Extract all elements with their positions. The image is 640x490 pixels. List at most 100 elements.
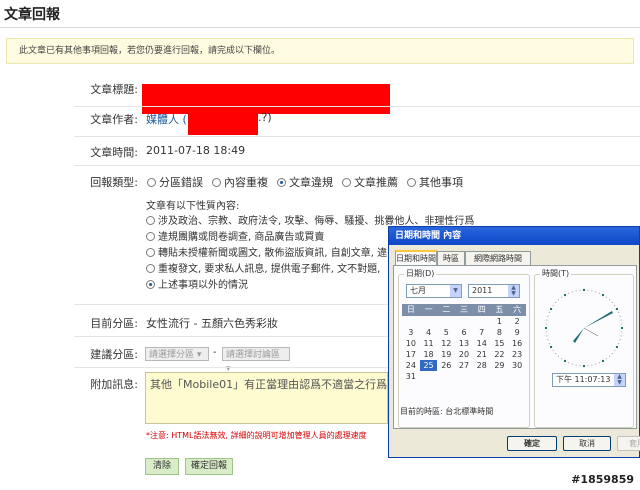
clock-tick [545,327,547,329]
calendar-day[interactable]: 6 [455,327,473,338]
message-label: 附加訊息: [90,378,138,391]
calendar-blank [402,316,420,327]
chevron-down-icon: ▼ [450,285,461,297]
weekday-label: 三 [459,305,468,314]
calendar-day[interactable]: 28 [473,360,491,371]
time-spinner[interactable]: 下午 11:07:13 ▲ ▼ [552,373,626,387]
report-type-label: 回報類型: [90,176,138,189]
row-divider [74,136,640,137]
calendar-day[interactable]: 13 [455,338,473,349]
clear-button[interactable]: 清除 [145,458,179,475]
calendar-day[interactable]: 14 [473,338,491,349]
report-type-option[interactable]: 內容重複 [212,174,268,190]
calendar-day[interactable]: 7 [473,327,491,338]
calendar-day[interactable]: 31 [402,371,420,382]
clock-tick [599,362,600,364]
weekday-label: 六 [513,305,522,314]
calendar-day[interactable]: 17 [402,349,420,360]
calendar-day[interactable]: 5 [437,327,455,338]
select-dash: - [213,347,217,358]
message-textarea[interactable]: 其他「Mobile01」有正當理由認爲不適當之行爲 [145,372,388,424]
author-link[interactable]: 媒體人 ( [146,113,187,126]
row-divider [74,106,640,107]
calendar-day[interactable]: 19 [437,349,455,360]
radio-icon [342,178,351,187]
clock-tick [618,343,620,344]
article-author-value: 媒體人 ( [146,111,187,127]
dialog-cancel-button[interactable]: 取消 [563,436,611,451]
calendar-day[interactable]: 11 [420,338,438,349]
html-warning-note: *注意: HTML語法無效, 詳細的說明可增加管理人員的處理速度 [146,431,367,440]
calendar-weekday-header: 日一二三四五六 [402,304,526,316]
calendar-day[interactable]: 10 [402,338,420,349]
weekday-label: 一 [424,305,433,314]
clock-tick [619,339,621,341]
calendar-blank [437,316,455,327]
clock-tick [615,346,618,348]
clock-tick [583,365,585,367]
dialog-apply-button[interactable]: 套用 [617,436,640,451]
nature-option[interactable]: 違規團購或問卷調查, 商品廣告或買賣 [146,228,324,243]
clock-tick [620,335,622,337]
clock-tick [621,323,623,325]
nature-option[interactable]: 轉貼未授權新聞或圖文, 散佈盜版資訊, 自創文章, 違 [146,244,387,259]
report-type-option[interactable]: 分區錯誤 [147,174,203,190]
calendar-day[interactable]: 26 [437,360,455,371]
clock-tick [611,353,613,354]
nature-prompt: 文章有以下性質內容: [146,201,240,212]
clock-second-hand [583,327,599,337]
clock-minute-hand [584,311,613,328]
nature-option[interactable]: 重複發文, 要求私人訊息, 提供電子郵件, 文不對題, [146,260,380,275]
year-spinner[interactable]: 2011 ▲ ▼ [468,284,520,298]
report-type-option[interactable]: 文章違規 [277,174,333,190]
clock-tick [550,308,553,310]
tab-date-time[interactable]: 日期和時間 [395,250,437,265]
calendar-day[interactable]: 3 [402,327,420,338]
calendar-day[interactable]: 25 [419,360,438,371]
calendar-day[interactable]: 24 [402,360,420,371]
calendar-day[interactable]: 12 [437,338,455,349]
calendar-day[interactable]: 9 [508,327,526,338]
radio-icon [146,216,155,225]
calendar-day[interactable]: 2 [508,316,526,327]
calendar-day[interactable]: 21 [473,349,491,360]
clock-tick [564,294,566,297]
area-select[interactable]: 請選擇分區 ▾ [145,347,209,361]
watermark-text: #1859859 [571,473,634,486]
calendar-day[interactable]: 1 [491,316,509,327]
calendar-day[interactable]: 18 [420,349,438,360]
clock-tick [583,289,585,291]
calendar-day[interactable]: 16 [508,338,526,349]
calendar-day[interactable]: 22 [491,349,509,360]
dialog-title: 日期和時間 內容 [389,227,639,245]
clock-tick [605,358,607,360]
clock-tick [609,299,610,301]
board-select[interactable]: 請選擇討論區 ▾ [222,347,290,374]
month-select[interactable]: 七月 ▼ [406,284,462,298]
tab-timezone[interactable]: 時區 [437,251,465,265]
calendar-day[interactable]: 20 [455,349,473,360]
clock-tick [575,290,577,292]
calendar-day[interactable]: 4 [420,327,438,338]
dialog-ok-button[interactable]: 確定 [507,436,557,451]
calendar-day[interactable]: 15 [491,338,509,349]
clock-tick [614,305,616,307]
calendar-day[interactable]: 30 [508,360,526,371]
clock-tick [561,296,563,298]
calendar-day[interactable]: 27 [455,360,473,371]
tab-internet-time[interactable]: 網際網路時間 [465,251,531,265]
nature-option[interactable]: 上述事項以外的情況 [146,276,248,291]
clock-tick [555,302,557,303]
report-type-option[interactable]: 其他事項 [407,174,463,190]
clock-tick [587,289,589,291]
calendar-day[interactable]: 23 [508,349,526,360]
calendar-day[interactable]: 29 [491,360,509,371]
calendar: 日一二三四五六 1 2 3 4 5 6 7 8 9 10 11 12 13 14 15 16 17 18 19 20 2… [402,304,526,382]
report-type-option[interactable]: 文章推薦 [342,174,398,190]
nature-option[interactable]: 涉及政治、宗教、政府法令, 攻擊、侮辱、騷擾、挑釁他人、非理性行爲 [146,212,474,227]
weekday-label: 四 [477,305,486,314]
calendar-day[interactable]: 8 [491,327,509,338]
clock-tick [568,292,569,294]
submit-report-button[interactable]: 確定回報 [185,458,233,475]
clock-tick [575,364,577,366]
